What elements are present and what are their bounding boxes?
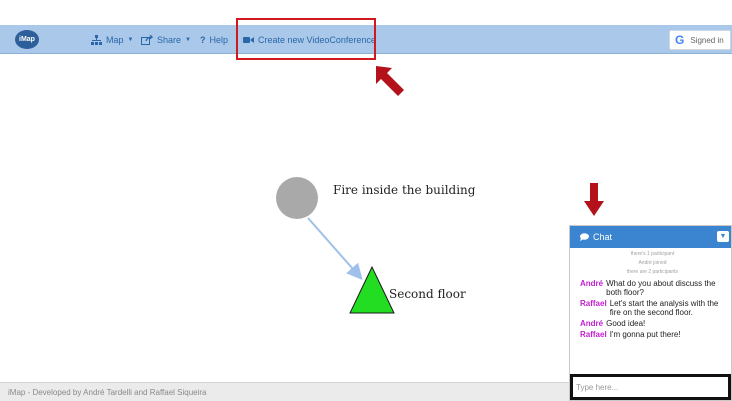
message-author: Raffael — [580, 330, 607, 339]
app-window: iMap Map ▼ Share ▼ ? Help Create new Vid… — [0, 0, 732, 401]
sitemap-icon — [91, 35, 102, 45]
system-message: there are 2 participants — [626, 269, 679, 275]
map-menu-button[interactable]: Map ▼ — [91, 33, 133, 47]
node-label-fire[interactable]: Fire inside the building — [333, 183, 475, 197]
message-author: Raffael — [580, 299, 607, 308]
google-icon: G — [675, 33, 685, 47]
message-text: Let's start the analysis with the fire o… — [609, 299, 719, 317]
system-message: André joined — [638, 260, 667, 266]
chat-message: Raffael Let's start the analysis with th… — [580, 299, 725, 317]
node-label-second-floor[interactable]: Second floor — [389, 287, 466, 301]
chat-message: Raffael I'm gonna put there! — [580, 330, 725, 339]
chat-input[interactable] — [573, 377, 728, 398]
caret-down-icon: ▼ — [185, 37, 191, 43]
share-icon — [141, 35, 153, 45]
message-author: André — [580, 319, 604, 328]
footer-text: iMap - Developed by André Tardelli and R… — [8, 388, 207, 397]
chat-panel: Chat ▼ there's 1 participant André joine… — [569, 225, 732, 401]
help-label: Help — [209, 35, 229, 45]
imap-logo-icon[interactable]: iMap — [15, 30, 39, 49]
speech-bubble-icon — [580, 233, 589, 241]
help-button[interactable]: ? Help — [200, 33, 228, 47]
signed-in-label: Signed in — [690, 35, 724, 45]
caret-down-icon: ▼ — [127, 37, 134, 43]
chat-title: Chat — [593, 232, 613, 242]
chat-input-wrapper — [570, 374, 731, 400]
chat-message: André What do you about discuss the both… — [580, 279, 725, 297]
google-signin-button[interactable]: G Signed in — [669, 30, 731, 50]
graph-node-circle[interactable] — [276, 177, 318, 219]
share-menu-label: Share — [157, 35, 182, 45]
chevron-down-icon[interactable]: ▼ — [717, 231, 729, 242]
highlight-box — [236, 18, 376, 60]
map-menu-label: Map — [106, 35, 124, 45]
question-icon: ? — [200, 35, 206, 45]
message-author: André — [580, 279, 604, 288]
graph-edge — [307, 217, 363, 281]
message-text: Good idea! — [606, 319, 646, 328]
message-text: I'm gonna put there! — [609, 330, 681, 339]
system-message: there's 1 participant — [630, 251, 675, 257]
message-text: What do you about discuss the both floor… — [606, 279, 716, 297]
chat-messages: there's 1 participant André joined there… — [570, 248, 731, 339]
share-menu-button[interactable]: Share ▼ — [141, 33, 191, 47]
chat-message: André Good idea! — [580, 319, 725, 328]
chat-header[interactable]: Chat ▼ — [570, 226, 731, 248]
